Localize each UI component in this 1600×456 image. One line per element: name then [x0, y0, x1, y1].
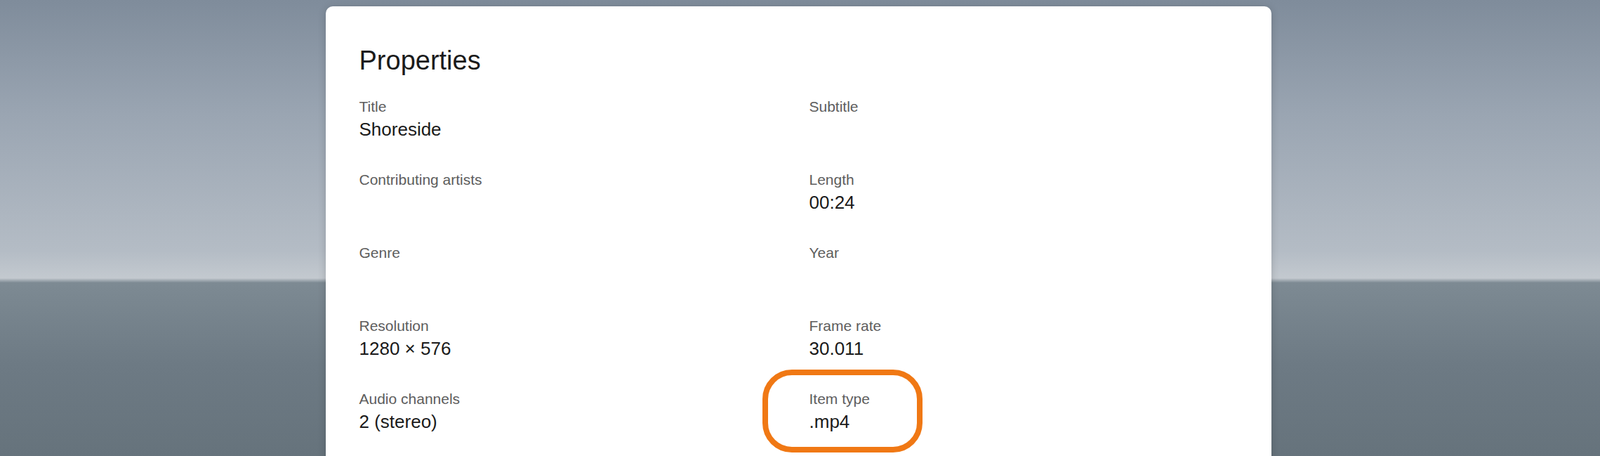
property-value: 2 (stereo) [359, 408, 810, 434]
property-label: Audio channels [359, 388, 810, 409]
property-label: Genre [359, 242, 810, 263]
properties-dialog: Properties TitleShoresideSubtitle Contribu… [325, 6, 1272, 456]
property-label: Subtitle [809, 96, 1238, 117]
property-field: Resolution1280 × 576 [359, 315, 810, 361]
property-value [359, 189, 810, 215]
property-field: Frame rate30.011 [809, 315, 1238, 361]
property-label: Resolution [359, 315, 810, 336]
property-label: Item type [809, 388, 1238, 409]
property-field: Genre [359, 242, 810, 288]
property-value: 30.011 [809, 335, 1238, 361]
property-value: .mp4 [809, 408, 1238, 434]
property-field: Item type.mp4 [809, 388, 1238, 434]
property-value: 1280 × 576 [359, 335, 810, 361]
property-field: Length00:24 [809, 169, 1238, 215]
properties-grid: TitleShoresideSubtitle Contributing artis… [359, 96, 1238, 434]
property-label: Title [359, 96, 810, 117]
property-value: 00:24 [809, 189, 1238, 215]
property-value: Shoreside [359, 116, 810, 142]
background-photo: Properties TitleShoresideSubtitle Contribu… [0, 0, 1600, 456]
highlight-ring [762, 369, 923, 453]
property-field: Contributing artists [359, 169, 810, 215]
property-field: TitleShoreside [359, 96, 810, 142]
property-label: Length [809, 169, 1238, 190]
dialog-title: Properties [359, 44, 1238, 77]
property-label: Year [809, 242, 1238, 263]
property-label: Contributing artists [359, 169, 810, 190]
property-label: Frame rate [809, 315, 1238, 336]
property-field: Subtitle [809, 96, 1238, 142]
property-field: Audio channels2 (stereo) [359, 388, 810, 434]
property-field: Year [809, 242, 1238, 288]
